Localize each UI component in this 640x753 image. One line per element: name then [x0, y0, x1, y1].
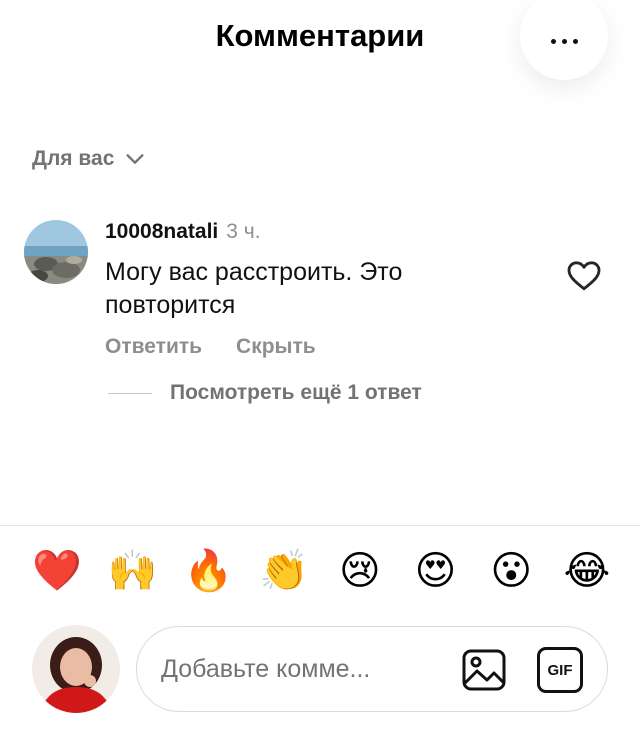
sort-label: Для вас — [32, 147, 115, 170]
current-user-avatar — [32, 625, 120, 713]
comment-input[interactable] — [161, 654, 421, 684]
gif-button[interactable]: GIF — [537, 647, 583, 693]
reply-button[interactable]: Ответить — [105, 335, 202, 359]
emoji-heart-eyes[interactable]: 😍 — [411, 546, 461, 596]
emoji-fire[interactable]: 🔥 — [183, 546, 234, 596]
hide-button[interactable]: Скрыть — [236, 335, 316, 359]
emoji-laughing[interactable]: 😂 — [562, 546, 612, 596]
sort-dropdown[interactable]: Для вас — [32, 147, 146, 171]
emoji-heart[interactable]: ❤️ — [32, 546, 82, 596]
commenter-avatar[interactable] — [24, 220, 88, 284]
emoji-clapping[interactable]: 👏 — [259, 546, 309, 596]
chevron-down-icon — [126, 154, 144, 164]
more-horizontal-icon — [550, 38, 578, 44]
comment-item: 10008natali 3 ч. Могу вас расстроить. Эт… — [24, 218, 624, 418]
comment-timestamp: 3 ч. — [226, 220, 261, 243]
comment-input-box: GIF — [136, 626, 608, 712]
divider — [0, 525, 640, 526]
view-replies-label: Посмотреть ещё 1 ответ — [170, 381, 422, 404]
emoji-surprised[interactable]: 😮 — [486, 546, 536, 596]
gif-label: GIF — [547, 661, 573, 679]
comment-composer: GIF — [0, 620, 640, 720]
view-replies-button[interactable]: Посмотреть ещё 1 ответ — [108, 381, 422, 405]
emoji-crying[interactable]: 😢 — [335, 546, 385, 596]
emoji-raised-hands[interactable]: 🙌 — [108, 546, 158, 596]
comment-username[interactable]: 10008natali — [105, 220, 218, 244]
emoji-reaction-bar: ❤️ 🙌 🔥 👏 😢 😍 😮 😂 — [32, 546, 612, 596]
header: Комментарии — [0, 0, 640, 80]
replies-divider-line — [108, 392, 152, 394]
more-options-button[interactable] — [520, 0, 608, 80]
image-icon[interactable] — [461, 647, 507, 693]
heart-outline-icon[interactable] — [566, 258, 602, 294]
comment-text: Могу вас расстроить. Это повторится — [105, 258, 403, 319]
